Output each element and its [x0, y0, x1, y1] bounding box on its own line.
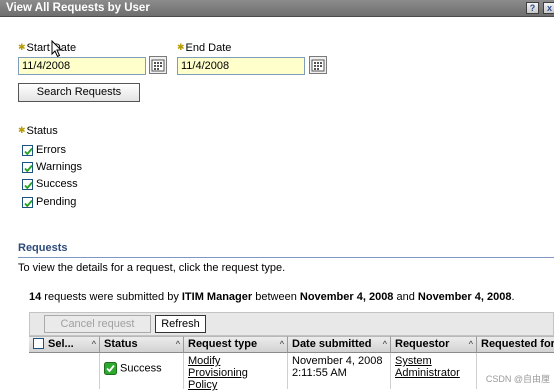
- watermark: CSDN @自由厘: [485, 374, 550, 384]
- table-row-select-cell[interactable]: [29, 353, 100, 389]
- requests-summary: 14 requests were submitted by ITIM Manag…: [29, 291, 515, 303]
- required-marker-icon: ✱: [18, 125, 26, 135]
- search-requests-button[interactable]: Search Requests: [18, 83, 140, 102]
- table-row-status-cell: Success: [100, 353, 184, 389]
- close-icon[interactable]: x: [543, 2, 554, 14]
- checkbox-checked-icon[interactable]: [22, 144, 33, 156]
- status-option-warnings[interactable]: Warnings: [22, 160, 82, 174]
- mouse-cursor-icon: [51, 40, 63, 58]
- end-date-label: ✱End Date: [177, 42, 232, 54]
- success-status-icon: [104, 362, 117, 375]
- table-toolbar: Cancel request Refresh: [29, 312, 554, 336]
- status-label: ✱Status: [18, 125, 58, 137]
- sort-icon: ^: [279, 339, 284, 349]
- requests-hint: To view the details for a request, click…: [18, 262, 286, 274]
- column-header-select[interactable]: Sel... ^: [29, 336, 100, 353]
- window-titlebar: View All Requests by User ? x: [0, 0, 554, 17]
- table-row-date-cell: November 4, 2008 2:11:55 AM: [288, 353, 391, 389]
- request-type-link[interactable]: Modify Provisioning Policy: [188, 355, 248, 391]
- table-row-requestor-cell[interactable]: System Administrator: [391, 353, 477, 389]
- sort-icon: ^: [382, 339, 387, 349]
- end-date-calendar-icon[interactable]: [309, 56, 327, 74]
- end-date-field[interactable]: 11/4/2008: [177, 57, 305, 75]
- status-option-pending[interactable]: Pending: [22, 195, 76, 209]
- status-option-success[interactable]: Success: [22, 177, 78, 191]
- requestor-link[interactable]: System Administrator: [395, 355, 460, 379]
- cancel-request-button[interactable]: Cancel request: [44, 315, 151, 333]
- start-date-label: ✱Start Date: [18, 42, 77, 54]
- refresh-button[interactable]: Refresh: [155, 315, 206, 333]
- column-header-requested-for[interactable]: Requested for: [477, 336, 554, 353]
- sort-icon: ^: [175, 339, 180, 349]
- column-header-requestor[interactable]: Requestor ^: [391, 336, 477, 353]
- checkbox-checked-icon[interactable]: [22, 196, 33, 208]
- checkbox-checked-icon[interactable]: [22, 178, 33, 190]
- table-row-request-type-cell[interactable]: Modify Provisioning Policy: [184, 353, 288, 391]
- section-divider: [18, 257, 554, 258]
- requests-heading: Requests: [18, 242, 68, 254]
- required-marker-icon: ✱: [18, 42, 26, 52]
- column-header-request-type[interactable]: Request type ^: [184, 336, 288, 353]
- sort-icon: ^: [468, 339, 473, 349]
- column-header-status[interactable]: Status ^: [100, 336, 184, 353]
- column-header-date-submitted[interactable]: Date submitted ^: [288, 336, 391, 353]
- checkbox-checked-icon[interactable]: [22, 161, 33, 173]
- start-date-calendar-icon[interactable]: [149, 56, 167, 74]
- sort-icon: ^: [91, 339, 96, 349]
- help-icon[interactable]: ?: [526, 2, 539, 14]
- status-option-errors[interactable]: Errors: [22, 143, 66, 157]
- window-title: View All Requests by User: [6, 2, 150, 14]
- required-marker-icon: ✱: [177, 42, 185, 52]
- select-all-checkbox[interactable]: [33, 337, 44, 349]
- start-date-field[interactable]: 11/4/2008: [18, 57, 146, 75]
